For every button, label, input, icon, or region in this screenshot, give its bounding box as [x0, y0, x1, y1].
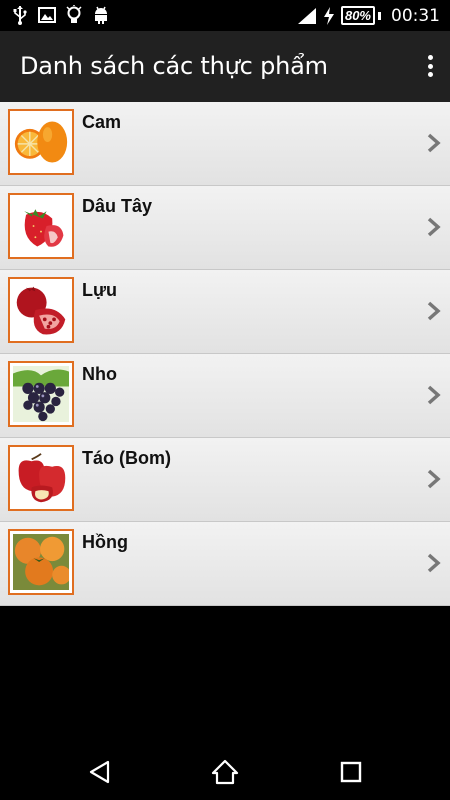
list-item[interactable]: Táo (Bom) [0, 438, 450, 522]
list-item-label: Lựu [82, 280, 118, 300]
signal-icon [297, 7, 316, 24]
list-item[interactable]: Cam [0, 102, 450, 186]
back-icon[interactable] [86, 758, 114, 786]
action-bar: Danh sách các thực phẩm [0, 31, 450, 102]
strawberry-image [8, 193, 74, 259]
page-title: Danh sách các thực phẩm [20, 52, 328, 80]
list-item-label: Hồng [82, 532, 128, 552]
notification-icons [12, 5, 110, 25]
list-item-label: Cam [82, 112, 122, 132]
status-bar: 80% 00:31 [0, 0, 450, 31]
grapes-image [8, 361, 74, 427]
list-item[interactable]: Hồng [0, 522, 450, 606]
pomegranate-image [8, 277, 74, 343]
chevron-right-icon [427, 385, 441, 405]
navigation-bar [0, 740, 450, 800]
chevron-right-icon [427, 217, 441, 237]
persimmon-image [8, 529, 74, 595]
list-item-label: Dâu Tây [82, 196, 153, 216]
usb-icon [13, 6, 27, 25]
battery-percent: 80% [340, 6, 375, 25]
home-icon[interactable] [211, 758, 239, 786]
charging-icon [323, 6, 334, 25]
apple-image [8, 445, 74, 511]
list-item[interactable]: Nho [0, 354, 450, 438]
food-list: Cam Dâu Tây Lựu Nho Táo (Bom) Hồng [0, 102, 450, 606]
overflow-menu-icon[interactable] [422, 51, 438, 81]
chevron-right-icon [427, 301, 441, 321]
chevron-right-icon [427, 133, 441, 153]
recent-apps-icon[interactable] [337, 758, 365, 786]
list-item[interactable]: Dâu Tây [0, 186, 450, 270]
list-item-label: Nho [82, 364, 117, 384]
chevron-right-icon [427, 553, 441, 573]
list-item-label: Táo (Bom) [82, 448, 171, 468]
lightbulb-icon [66, 5, 82, 23]
image-icon [38, 7, 56, 23]
list-item[interactable]: Lựu [0, 270, 450, 354]
battery-indicator: 80% [340, 6, 381, 25]
orange-image [8, 109, 74, 175]
clock: 00:31 [391, 5, 440, 26]
chevron-right-icon [427, 469, 441, 489]
android-icon [95, 6, 107, 24]
